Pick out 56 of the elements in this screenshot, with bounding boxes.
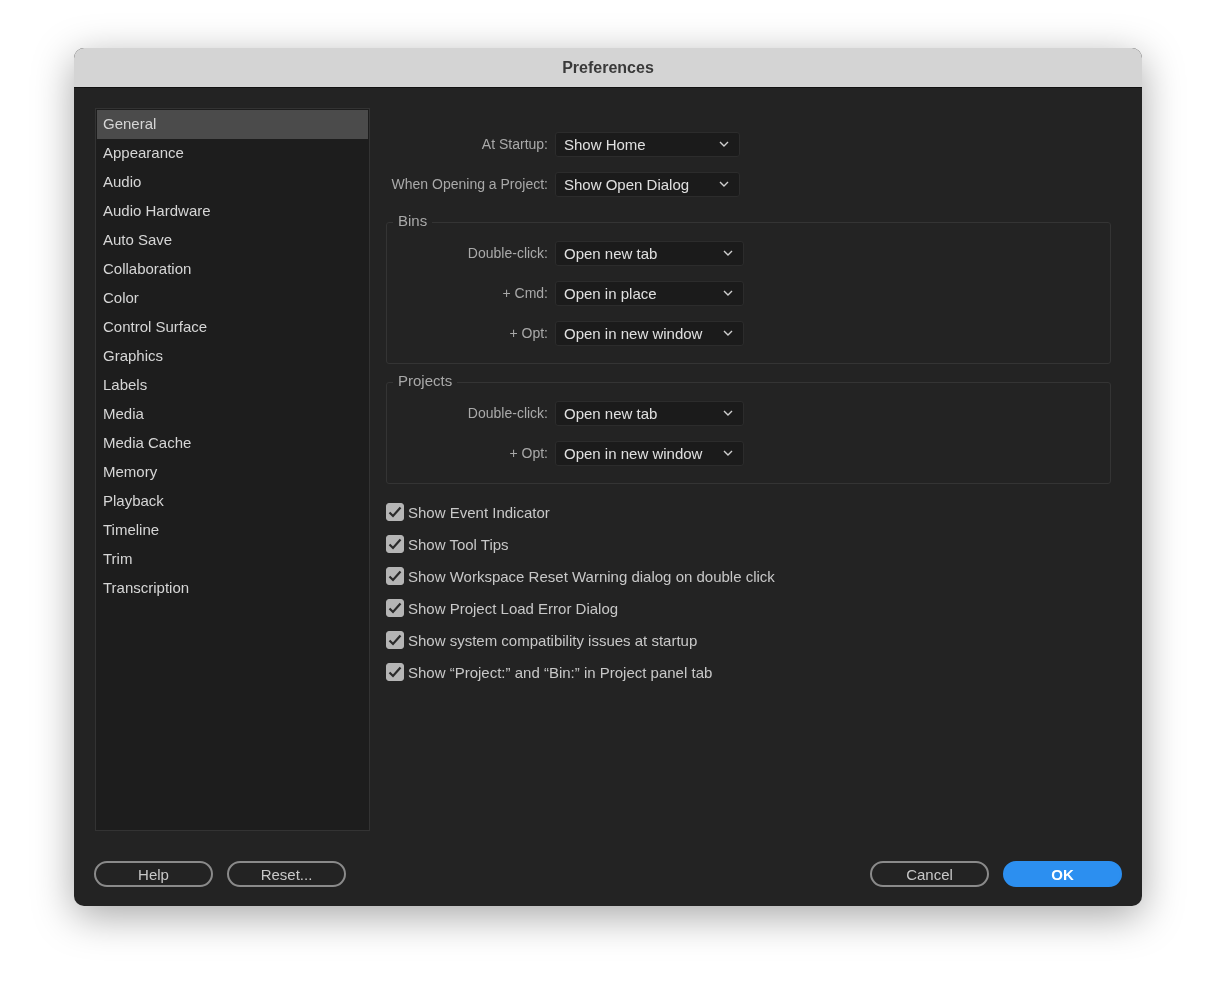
setting-label: Double-click: xyxy=(466,245,548,261)
dropdown[interactable]: Open in new window xyxy=(555,440,744,466)
checkbox-label: Show Tool Tips xyxy=(408,535,509,553)
sidebar-item[interactable]: Color xyxy=(97,284,368,313)
chevron-down-icon xyxy=(723,290,733,296)
checkbox-label: Show Event Indicator xyxy=(408,503,550,521)
sidebar-item[interactable]: Media xyxy=(97,400,368,429)
group-title: Projects xyxy=(393,372,458,389)
setting-label: When Opening a Project: xyxy=(390,176,548,192)
dropdown[interactable]: Open new tab xyxy=(555,400,744,426)
chevron-down-icon xyxy=(723,250,733,256)
checkbox[interactable] xyxy=(386,567,404,585)
checkbox-label: Show Workspace Reset Warning dialog on double click xyxy=(408,567,775,585)
setting-label: + Cmd: xyxy=(501,285,548,301)
dropdown[interactable]: Open in place xyxy=(555,280,744,306)
dropdown[interactable]: Show Home xyxy=(555,131,740,157)
checkbox[interactable] xyxy=(386,663,404,681)
checkbox[interactable] xyxy=(386,631,404,649)
sidebar-item[interactable]: Timeline xyxy=(97,516,368,545)
sidebar-item[interactable]: Media Cache xyxy=(97,429,368,458)
dialog-button[interactable]: Reset... xyxy=(227,861,346,887)
sidebar-item[interactable]: Playback xyxy=(97,487,368,516)
dropdown[interactable]: Open in new window xyxy=(555,320,744,346)
checkbox-label: Show system compatibility issues at startup xyxy=(408,631,698,649)
window-title: Preferences xyxy=(562,58,654,77)
setting-label: At Startup: xyxy=(480,136,548,152)
sidebar-item[interactable]: Control Surface xyxy=(97,313,368,342)
chevron-down-icon xyxy=(723,450,733,456)
chevron-down-icon xyxy=(723,410,733,416)
sidebar-item[interactable]: Appearance xyxy=(97,139,368,168)
sidebar-item[interactable]: General xyxy=(97,110,368,139)
checkbox[interactable] xyxy=(386,599,404,617)
dropdown[interactable]: Show Open Dialog xyxy=(555,171,740,197)
sidebar-item[interactable]: Memory xyxy=(97,458,368,487)
sidebar-item[interactable]: Collaboration xyxy=(97,255,368,284)
checkbox-label: Show “Project:” and “Bin:” in Project panel tab xyxy=(408,663,713,681)
dropdown[interactable]: Open new tab xyxy=(555,240,744,266)
setting-label: + Opt: xyxy=(508,445,548,461)
chevron-down-icon xyxy=(723,330,733,336)
setting-label: + Opt: xyxy=(508,325,548,341)
setting-label: Double-click: xyxy=(466,405,548,421)
sidebar-item[interactable]: Transcription xyxy=(97,574,368,603)
sidebar-item[interactable]: Trim xyxy=(97,545,368,574)
group-title: Bins xyxy=(393,212,433,229)
sidebar-item[interactable]: Labels xyxy=(97,371,368,400)
chevron-down-icon xyxy=(719,141,729,147)
dialog-button[interactable]: Help xyxy=(94,861,213,887)
checkbox[interactable] xyxy=(386,535,404,553)
checkbox[interactable] xyxy=(386,503,404,521)
sidebar-item[interactable]: Audio xyxy=(97,168,368,197)
sidebar-item[interactable]: Graphics xyxy=(97,342,368,371)
sidebar-item[interactable]: Auto Save xyxy=(97,226,368,255)
chevron-down-icon xyxy=(719,181,729,187)
sidebar-item[interactable]: Audio Hardware xyxy=(97,197,368,226)
dialog-button[interactable]: Cancel xyxy=(870,861,989,887)
checkbox-label: Show Project Load Error Dialog xyxy=(408,599,619,617)
